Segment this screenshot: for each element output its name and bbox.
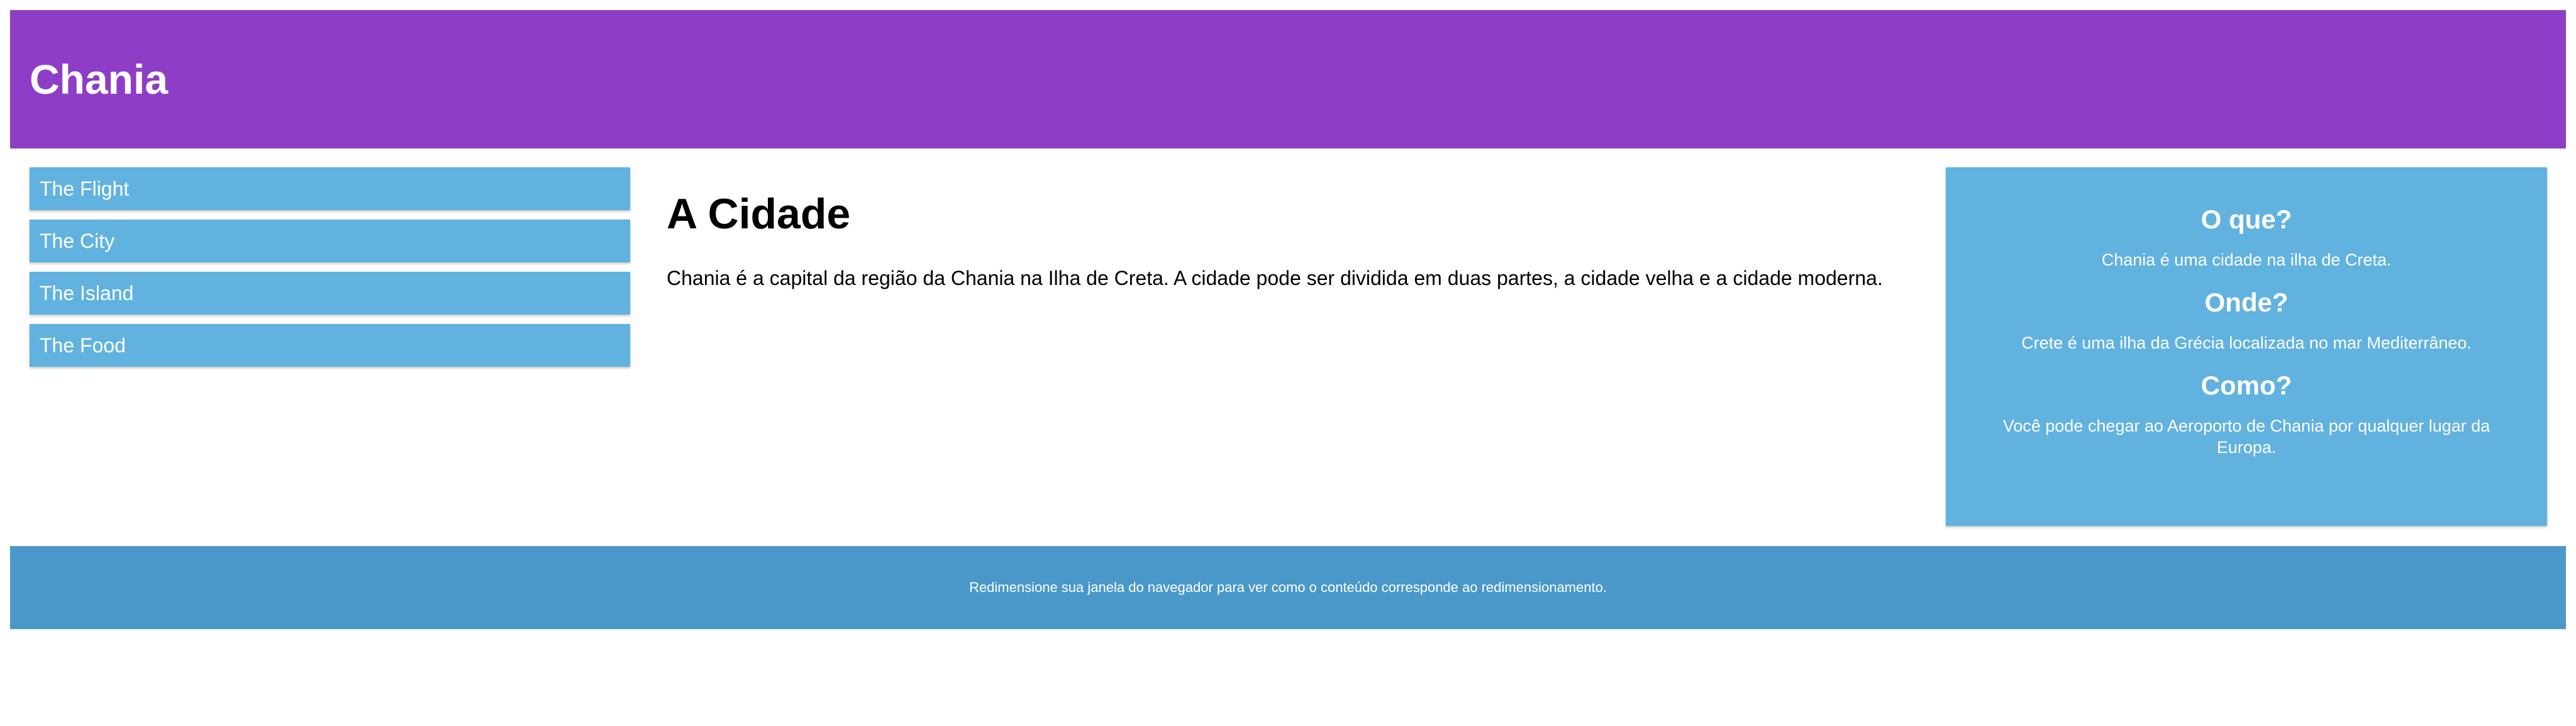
page-footer: Redimensione sua janela do navegador par…	[10, 546, 2566, 629]
side-menu: The Flight The City The Island The Food	[30, 167, 630, 376]
aside-heading-what: O que?	[2201, 204, 2292, 234]
page-title: Chania	[30, 56, 169, 103]
main-heading: A Cidade	[667, 190, 851, 238]
aside-text-what: Chania é uma cidade na ilha de Creta.	[2101, 250, 2392, 269]
menu-item-city[interactable]: The City	[30, 220, 630, 262]
aside-text-where: Crete é uma ilha da Grécia localizada no…	[2021, 333, 2472, 352]
aside-text-how: Você pode chegar ao Aeroporto de Chania …	[2002, 416, 2490, 457]
menu-item-food[interactable]: The Food	[30, 324, 630, 367]
info-aside: O que? Chania é uma cidade na ilha de Cr…	[1946, 167, 2547, 526]
page-header: Chania	[10, 10, 2566, 148]
menu-item-flight[interactable]: The Flight	[30, 167, 630, 210]
main-content: A Cidade Chania é a capital da região da…	[667, 189, 1924, 292]
aside-heading-how: Como?	[2201, 371, 2292, 400]
main-paragraph: Chania é a capital da região da Chania n…	[667, 267, 1883, 289]
footer-text: Redimensione sua janela do navegador par…	[969, 579, 1607, 595]
aside-heading-where: Onde?	[2204, 288, 2289, 317]
menu-item-island[interactable]: The Island	[30, 272, 630, 315]
